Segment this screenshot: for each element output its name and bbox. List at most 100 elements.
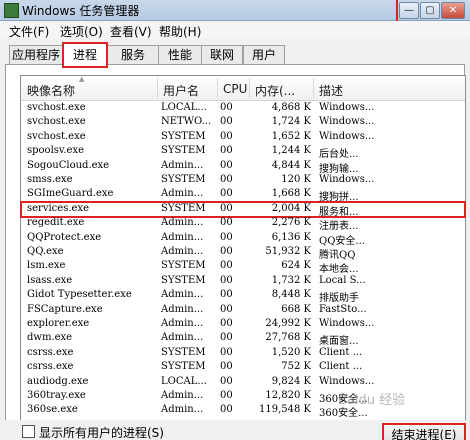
tab-performance[interactable]: 性能 [158,45,202,64]
process-memory: 668 K [281,303,311,315]
process-user: SYSTEM [161,346,206,358]
process-name: dwm.exe [27,332,73,344]
process-memory: 51,932 K [265,246,311,257]
menu-view[interactable]: 查看(V) [110,23,152,40]
column-user-name[interactable]: 用户名 [163,82,199,99]
column-description[interactable]: 描述 [319,82,343,99]
process-name: QQProtect.exe [27,231,102,243]
process-user: SYSTEM [161,130,206,142]
process-name: services.exe [27,202,89,214]
process-cpu: 00 [220,375,233,387]
process-user: Admin... [161,318,204,329]
table-row[interactable]: smss.exe SYSTEM 00 120 K Windows... [21,173,465,188]
table-row[interactable]: lsm.exe SYSTEM 00 624 K 本地会... [21,259,465,275]
list-header: ▲ 映像名称 用户名 CPU 内存(... 描述 [21,75,465,101]
show-all-users-label[interactable]: 显示所有用户的进程(S) [39,424,164,440]
column-divider[interactable] [157,78,158,98]
tab-services[interactable]: 服务 [107,45,159,64]
process-cpu: 00 [220,102,233,113]
table-row[interactable]: csrss.exe SYSTEM 00 1,520 K Client ... [21,346,465,361]
process-memory: 120 K [281,174,311,185]
tab-networking[interactable]: 联网 [201,45,243,64]
process-description: Windows... [319,174,375,185]
process-user: Admin... [161,332,204,344]
column-image-name[interactable]: 映像名称 [27,82,75,99]
process-user: Admin... [161,390,204,401]
column-cpu[interactable]: CPU [223,82,247,96]
process-name: SogouCloud.exe [27,159,110,171]
table-row[interactable]: svchost.exe LOCAL... 00 4,868 K Windows... [21,101,465,116]
process-name: 360se.exe [27,404,78,416]
process-name: csrss.exe [27,346,74,358]
show-all-users-checkbox[interactable] [22,425,35,438]
process-cpu: 00 [220,260,233,272]
tab-users[interactable]: 用户 [243,45,285,64]
process-user: Admin... [161,217,204,229]
bottom-bar: 显示所有用户的进程(S) 结束进程(E) [0,420,470,440]
process-cpu: 00 [220,130,233,142]
process-user: Admin... [161,159,204,171]
process-memory: 119,548 K [258,404,311,416]
processes-panel: ▲ 映像名称 用户名 CPU 内存(... 描述 svchost.exe LOCA… [5,64,466,422]
table-row[interactable]: spoolsv.exe SYSTEM 00 1,244 K 后台处... [21,144,465,160]
process-memory: 4,868 K [271,102,311,113]
table-row[interactable]: svchost.exe NETWO... 00 1,724 K Windows... [21,115,465,130]
menu-file[interactable]: 文件(F) [9,23,49,40]
process-name: audiodg.exe [27,375,89,387]
table-row[interactable]: SGImeGuard.exe Admin... 00 1,668 K 搜狗拼... [21,187,465,203]
title-bar[interactable]: Windows 任务管理器 — ▢ ✕ [0,0,470,23]
process-user: LOCAL... [161,375,207,387]
column-divider[interactable] [217,78,218,98]
process-name: smss.exe [27,174,73,185]
process-memory: 9,824 K [271,375,311,387]
tab-processes[interactable]: 进程 [62,42,108,68]
table-row[interactable]: svchost.exe SYSTEM 00 1,652 K Windows... [21,130,465,145]
process-name: spoolsv.exe [27,145,85,157]
process-user: SYSTEM [161,361,206,373]
table-row[interactable]: SogouCloud.exe Admin... 00 4,844 K 搜狗输... [21,159,465,175]
process-cpu: 00 [220,361,233,373]
process-name: lsm.exe [27,260,66,272]
end-process-button[interactable]: 结束进程(E) [382,423,466,440]
process-description: Client ... [319,346,363,358]
tab-strip: 应用程序 进程 服务 性能 联网 用户 [0,41,470,68]
column-memory[interactable]: 内存(... [255,82,295,99]
menu-help[interactable]: 帮助(H) [159,23,201,40]
process-user: NETWO... [161,116,212,128]
process-name: explorer.exe [27,318,90,329]
column-divider[interactable] [249,78,250,98]
process-memory: 1,652 K [271,130,311,142]
menu-bar: 文件(F) 选项(O) 查看(V) 帮助(H) [0,21,470,39]
process-user: SYSTEM [161,260,206,272]
table-row[interactable]: QQProtect.exe Admin... 00 6,136 K QQ安全... [21,231,465,247]
table-row[interactable]: csrss.exe SYSTEM 00 752 K Client ... [21,360,465,375]
table-row[interactable]: Gidot Typesetter.exe Admin... 00 8,448 K 排版助… [21,288,465,304]
process-user: SYSTEM [161,174,206,185]
watermark: Baidu 经验 [338,393,406,408]
process-user: SYSTEM [161,145,206,157]
menu-options[interactable]: 选项(O) [60,23,103,40]
table-row[interactable]: services.exe SYSTEM 00 2,004 K 服务和... [20,200,466,218]
process-description: Client ... [319,361,363,373]
process-list[interactable]: ▲ 映像名称 用户名 CPU 内存(... 描述 svchost.exe LOCA… [20,75,466,422]
process-name: lsass.exe [27,274,73,286]
process-description: Windows... [319,318,375,329]
process-memory: 2,004 K [271,202,311,214]
table-row[interactable]: dwm.exe Admin... 00 27,768 K 桌面窗... [21,331,465,347]
table-row[interactable]: QQ.exe Admin... 00 51,932 K 腾讯QQ [21,245,465,261]
process-cpu: 00 [220,116,233,128]
process-cpu: 00 [220,332,233,344]
table-row[interactable]: FSCapture.exe Admin... 00 668 K FastSto... [21,303,465,318]
table-row[interactable]: explorer.exe Admin... 00 24,992 K Windows... [21,317,465,332]
column-divider[interactable] [313,78,314,98]
process-cpu: 00 [220,303,233,315]
tab-applications[interactable]: 应用程序 [9,45,63,64]
process-name: Gidot Typesetter.exe [27,289,132,301]
process-memory: 1,244 K [271,145,311,157]
table-row[interactable]: regedit.exe Admin... 00 2,276 K 注册表... [21,216,465,232]
table-row[interactable]: lsass.exe SYSTEM 00 1,732 K Local S... [21,274,465,289]
process-cpu: 00 [220,217,233,229]
table-row[interactable]: audiodg.exe LOCAL... 00 9,824 K Windows... [21,375,465,390]
process-name: svchost.exe [27,130,86,142]
process-user: Admin... [161,303,204,315]
